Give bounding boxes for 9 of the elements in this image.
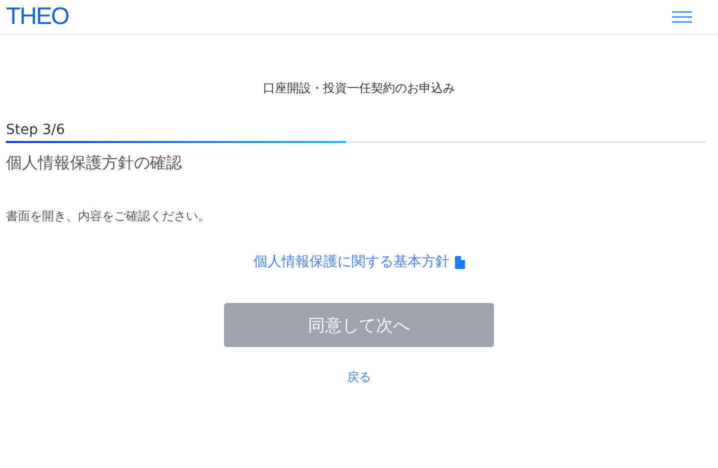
page-title: 口座開設・投資一任契約のお申込み	[262, 80, 456, 97]
instruction-text: 書面を開き、内容をご確認ください。	[6, 208, 211, 225]
back-link[interactable]: 戻る	[347, 369, 371, 386]
logo[interactable]: THEO	[6, 3, 69, 31]
document-icon	[454, 256, 464, 268]
document-link[interactable]: 個人情報保護に関する基本方針	[254, 253, 450, 271]
section-heading: 個人情報保護方針の確認	[6, 153, 183, 174]
step-label: Step 3/6	[6, 122, 66, 138]
menu-icon[interactable]	[672, 11, 692, 23]
